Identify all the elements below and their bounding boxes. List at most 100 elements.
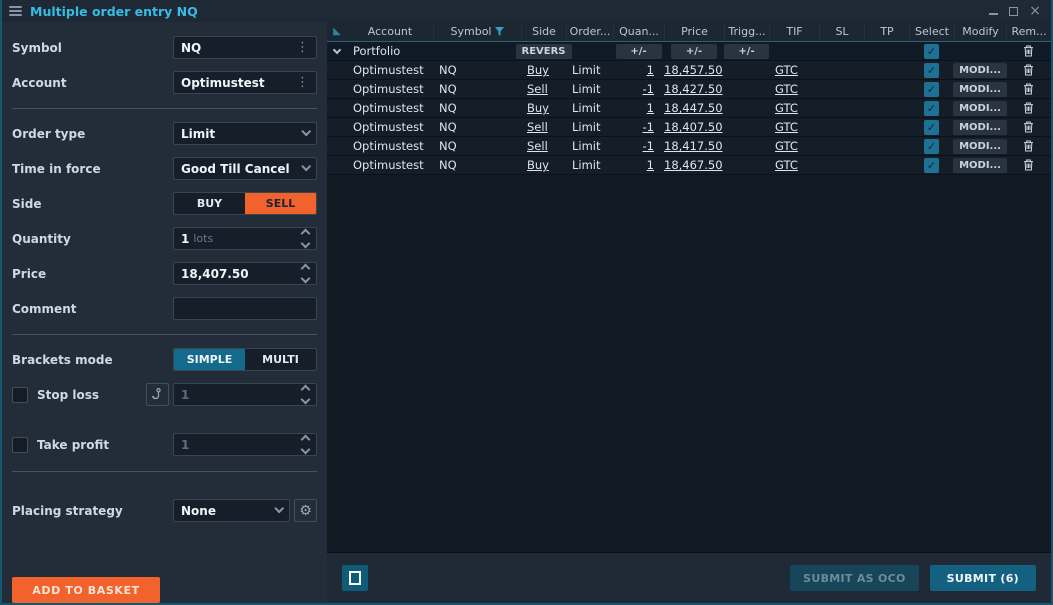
row-quantity-link[interactable]: 1 [647,158,654,172]
row-select-checkbox[interactable] [924,63,939,78]
row-price-link[interactable]: 18,467.50 [664,158,723,172]
row-price-link[interactable]: 18,417.50 [664,139,723,153]
row-side-link[interactable]: Sell [527,82,548,96]
row-price-link[interactable]: 18,457.50 [664,63,723,77]
trash-icon[interactable] [1023,64,1034,76]
quantity-adjust-button[interactable]: +/- [616,44,662,59]
row-modify-button[interactable]: MODI... [953,120,1007,135]
trash-icon[interactable] [1023,45,1034,57]
close-icon[interactable]: × [1029,6,1041,16]
filter-icon[interactable] [495,27,504,36]
row-tif-link[interactable]: GTC [775,120,798,134]
select-all-checkbox[interactable] [924,44,939,59]
row-select-checkbox[interactable] [924,120,939,135]
row-price-link[interactable]: 18,427.50 [664,82,723,96]
row-side-link[interactable]: Buy [527,63,549,77]
price-stepper[interactable] [302,265,309,282]
col-side[interactable]: Side [521,25,566,39]
trash-icon[interactable] [1023,83,1034,95]
menu-icon[interactable] [9,6,22,16]
add-to-basket-button[interactable]: ADD TO BASKET [12,577,160,603]
row-side-link[interactable]: Buy [527,101,549,115]
row-price-link[interactable]: 18,407.50 [664,120,723,134]
row-side-link[interactable]: Sell [527,120,548,134]
row-tif-link[interactable]: GTC [775,82,798,96]
row-modify-button[interactable]: MODI... [953,139,1007,154]
minimize-icon[interactable] [989,7,998,15]
row-select-checkbox[interactable] [924,158,939,173]
row-side-link[interactable]: Buy [527,158,549,172]
time-in-force-select[interactable]: Good Till Cancel [173,157,317,180]
quantity-stepper[interactable] [302,230,309,247]
quantity-input[interactable]: 1 lots [173,227,317,250]
price-input[interactable]: 18,407.50 [173,262,317,285]
placing-strategy-select[interactable]: None [173,499,290,522]
stop-loss-checkbox[interactable] [12,387,28,403]
take-profit-stepper[interactable] [302,436,309,453]
reverse-button[interactable]: REVERS [516,44,572,59]
row-select-checkbox[interactable] [924,139,939,154]
row-quantity-link[interactable]: 1 [647,101,654,115]
comment-input[interactable] [173,297,317,320]
sell-button[interactable]: SELL [245,193,316,214]
panel-toggle-button[interactable] [342,565,368,591]
col-trigger[interactable]: Trigg... [724,25,769,39]
window-title: Multiple order entry NQ [30,4,198,19]
trash-icon[interactable] [1023,140,1034,152]
row-quantity-link[interactable]: -1 [643,139,654,153]
price-adjust-button[interactable]: +/- [671,44,717,59]
row-tif-link[interactable]: GTC [775,139,798,153]
account-input[interactable]: Optimustest ⋮ [173,71,317,94]
col-price[interactable]: Price [664,25,724,39]
row-symbol: NQ [433,101,521,115]
multi-button[interactable]: MULTI [245,349,316,370]
row-modify-button[interactable]: MODI... [953,158,1007,173]
simple-button[interactable]: SIMPLE [174,349,245,370]
row-tif-link[interactable]: GTC [775,63,798,77]
expand-chevron-icon[interactable] [333,45,341,53]
sort-corner-icon[interactable]: ◣ [327,25,347,39]
col-quantity[interactable]: Quan... [613,25,664,39]
kebab-icon[interactable]: ⋮ [296,40,309,55]
row-modify-button[interactable]: MODI... [953,101,1007,116]
row-quantity-link[interactable]: -1 [643,120,654,134]
col-account[interactable]: Account [347,25,433,39]
col-modify[interactable]: Modify [954,25,1006,39]
col-remove[interactable]: Rem... [1006,25,1051,39]
row-side-link[interactable]: Sell [527,139,548,153]
col-symbol[interactable]: Symbol [433,25,521,39]
col-sl[interactable]: SL [819,25,864,39]
row-select-checkbox[interactable] [924,101,939,116]
row-select-checkbox[interactable] [924,82,939,97]
buy-button[interactable]: BUY [174,193,245,214]
row-quantity-link[interactable]: 1 [647,63,654,77]
maximize-icon[interactable] [1009,7,1018,16]
take-profit-checkbox[interactable] [12,437,28,453]
col-order-type[interactable]: Order... [566,25,613,39]
row-modify-button[interactable]: MODI... [953,82,1007,97]
order-type-select[interactable]: Limit [173,122,317,145]
symbol-input[interactable]: NQ ⋮ [173,36,317,59]
col-select[interactable]: Select [909,25,954,39]
take-profit-input[interactable]: 1 [173,433,317,456]
order-entry-window: Multiple order entry NQ × Symbol NQ ⋮ Ac… [0,0,1053,605]
trigger-adjust-button[interactable]: +/- [724,44,769,59]
col-tp[interactable]: TP [864,25,909,39]
submit-as-oco-button[interactable]: SUBMIT AS OCO [790,565,919,591]
hook-icon-button[interactable] [146,383,169,406]
trash-icon[interactable] [1023,121,1034,133]
gear-icon[interactable]: ⚙ [294,499,317,522]
col-tif[interactable]: TIF [769,25,819,39]
row-price-link[interactable]: 18,447.50 [664,101,723,115]
panel-icon [349,571,361,585]
stop-loss-input[interactable]: 1 [173,383,317,406]
submit-button[interactable]: SUBMIT (6) [930,565,1036,591]
row-modify-button[interactable]: MODI... [953,63,1007,78]
row-tif-link[interactable]: GTC [775,158,798,172]
stop-loss-stepper[interactable] [302,386,309,403]
trash-icon[interactable] [1023,159,1034,171]
row-tif-link[interactable]: GTC [775,101,798,115]
kebab-icon[interactable]: ⋮ [296,75,309,90]
row-quantity-link[interactable]: -1 [643,82,654,96]
trash-icon[interactable] [1023,102,1034,114]
